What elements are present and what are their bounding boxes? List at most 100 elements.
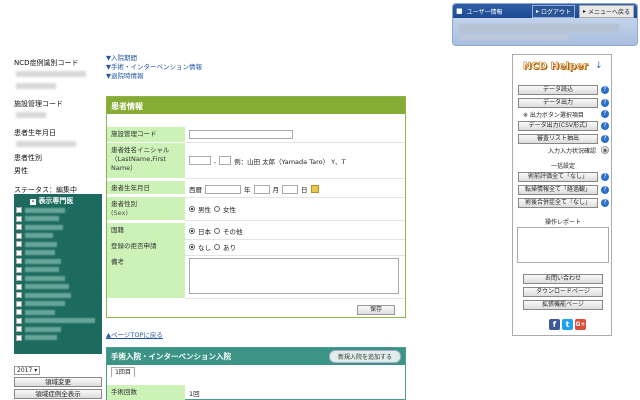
birth-month-input[interactable] bbox=[253, 184, 270, 194]
contact-button[interactable]: お問い合わせ bbox=[523, 274, 603, 284]
collapse-icon[interactable]: - bbox=[30, 199, 36, 205]
help-icon[interactable]: ? bbox=[601, 135, 609, 143]
tab-first[interactable]: 1回目 bbox=[111, 367, 135, 377]
row-note: 備考 bbox=[107, 255, 405, 299]
input-confirm-link[interactable]: 入力入力状況確認 bbox=[518, 146, 596, 155]
page-top-link[interactable]: ▲ページTOPに戻る bbox=[106, 329, 163, 339]
calendar-icon[interactable] bbox=[310, 185, 319, 193]
list-item[interactable] bbox=[14, 215, 102, 224]
twitter-icon[interactable]: t bbox=[562, 319, 573, 330]
download-arrow-icon[interactable]: ↓ bbox=[595, 61, 603, 71]
operation-report-box bbox=[517, 227, 609, 263]
bulk-postop-button[interactable]: 術後合併症全て「なし」 bbox=[518, 198, 598, 208]
logout-button[interactable]: ▸ ログアウト bbox=[531, 4, 575, 18]
help-icon[interactable]: ? bbox=[601, 173, 609, 181]
reviewer-list-button[interactable]: 審査リスト抽出 bbox=[518, 134, 598, 144]
note-textarea[interactable] bbox=[189, 258, 399, 294]
nationality-other-radio[interactable] bbox=[214, 228, 220, 234]
show-all-button[interactable]: 領域症例全表示 bbox=[14, 389, 102, 399]
list-item[interactable] bbox=[14, 291, 102, 300]
surgery-panel: 手術入院・インターベンション入院 新規入院を追加する 1回目 手術回数 1回 bbox=[106, 347, 406, 400]
change-domain-button[interactable]: 領域変更 bbox=[14, 377, 102, 387]
link-discharge[interactable]: ▼退院時情報 bbox=[106, 72, 202, 81]
bulk-outcome-button[interactable]: 転帰情報全て「経過観」 bbox=[518, 185, 598, 195]
help-icon[interactable]: ? bbox=[601, 99, 609, 107]
checkbox[interactable] bbox=[16, 326, 22, 333]
section-links: ▼入院期間 ▼手術・インターベンション情報 ▼退院時情報 bbox=[106, 54, 202, 81]
save-button[interactable]: 保存 bbox=[357, 305, 395, 315]
eye-icon[interactable]: ◉ bbox=[601, 146, 609, 154]
list-item[interactable] bbox=[14, 266, 102, 275]
logout-label: ログアウト bbox=[540, 8, 571, 16]
sex-field-label-text: 患者性別 bbox=[111, 200, 137, 208]
export-csv-button[interactable]: データ出力(CSV形式) bbox=[518, 121, 598, 131]
checkbox[interactable] bbox=[16, 317, 22, 324]
list-item[interactable] bbox=[14, 283, 102, 292]
list-item[interactable] bbox=[14, 223, 102, 232]
checkbox[interactable] bbox=[16, 309, 22, 316]
list-item[interactable] bbox=[14, 206, 102, 215]
checkbox[interactable] bbox=[16, 207, 22, 214]
initial-last-input[interactable] bbox=[189, 156, 211, 165]
initial-first-input[interactable] bbox=[219, 156, 232, 165]
nationality-japan-radio[interactable] bbox=[189, 228, 195, 234]
help-icon[interactable]: ? bbox=[601, 110, 609, 118]
checkbox[interactable] bbox=[16, 232, 22, 239]
list-item[interactable] bbox=[14, 232, 102, 241]
sex-male-radio[interactable] bbox=[189, 205, 195, 212]
consent-label: 登録の拒否申請 bbox=[107, 239, 185, 256]
sex-value: 男性 bbox=[14, 167, 28, 175]
list-item[interactable] bbox=[14, 325, 102, 334]
name-label: 患者姓名イニシャル（LastName,First Name） bbox=[107, 143, 185, 179]
checkbox[interactable] bbox=[16, 300, 22, 307]
menu-button[interactable]: ▸ メニューへ戻る bbox=[578, 4, 634, 18]
bulk-preop-button[interactable]: 術前評価全て「なし」 bbox=[518, 172, 598, 182]
list-item[interactable] bbox=[14, 249, 102, 258]
list-item[interactable] bbox=[14, 317, 102, 326]
add-admission-button[interactable]: 新規入院を追加する bbox=[328, 350, 401, 363]
logout-icon: ▸ bbox=[535, 7, 539, 15]
list-item[interactable] bbox=[14, 274, 102, 283]
export-button[interactable]: データ出力 bbox=[518, 98, 598, 108]
sex-female-radio[interactable] bbox=[214, 205, 220, 212]
checkbox[interactable] bbox=[16, 258, 22, 265]
checkbox[interactable] bbox=[16, 275, 22, 282]
sex-field-note: (Sex) bbox=[111, 209, 128, 217]
link-admission[interactable]: ▼入院期間 bbox=[106, 54, 202, 63]
help-icon[interactable]: ? bbox=[601, 186, 609, 194]
year-value: 2017 bbox=[17, 367, 33, 374]
help-icon[interactable]: ? bbox=[601, 86, 609, 94]
facebook-icon[interactable]: f bbox=[549, 319, 560, 330]
download-page-button[interactable]: ダウンロードページ bbox=[523, 287, 603, 297]
list-item[interactable] bbox=[14, 300, 102, 309]
birth-year-input[interactable] bbox=[205, 184, 241, 194]
consent-none-radio[interactable] bbox=[189, 244, 195, 250]
checkbox[interactable] bbox=[16, 249, 22, 256]
list-item-redacted bbox=[25, 216, 59, 222]
birth-day-input[interactable] bbox=[282, 184, 298, 194]
row-sex: 患者性別 (Sex) 男性 女性 bbox=[107, 197, 405, 221]
google-plus-icon[interactable]: G+ bbox=[575, 319, 586, 330]
checkbox[interactable] bbox=[16, 241, 22, 248]
code-input[interactable] bbox=[189, 130, 293, 139]
checkbox[interactable] bbox=[16, 266, 22, 273]
row-birth: 患者生年月日 西暦 年 月 日 bbox=[107, 181, 405, 198]
checkbox[interactable] bbox=[16, 334, 22, 341]
list-item[interactable] bbox=[14, 334, 102, 343]
list-item[interactable] bbox=[14, 240, 102, 249]
sex-male-label: 男性 bbox=[198, 205, 211, 214]
list-item[interactable] bbox=[14, 257, 102, 266]
list-item[interactable] bbox=[14, 308, 102, 317]
consent-yes-radio[interactable] bbox=[214, 244, 220, 250]
checkbox[interactable] bbox=[16, 292, 22, 299]
year-select[interactable]: 2017 ▾ bbox=[14, 366, 41, 375]
checkbox[interactable] bbox=[16, 224, 22, 231]
checkbox[interactable] bbox=[16, 215, 22, 222]
link-surgery[interactable]: ▼手術・インターベンション情報 bbox=[106, 63, 202, 72]
help-icon[interactable]: ? bbox=[601, 122, 609, 130]
import-button[interactable]: データ読込 bbox=[518, 85, 598, 95]
extension-page-button[interactable]: 拡張機能ページ bbox=[523, 300, 603, 310]
help-icon[interactable]: ? bbox=[601, 199, 609, 207]
list-item-redacted bbox=[25, 275, 65, 281]
checkbox[interactable] bbox=[16, 283, 22, 290]
